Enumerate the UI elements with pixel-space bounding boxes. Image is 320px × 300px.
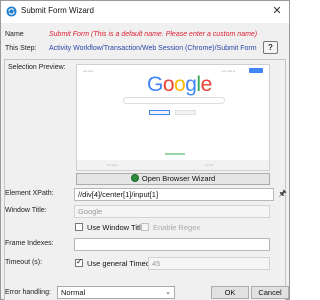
chevron-down-icon: ⌄ — [165, 289, 171, 296]
close-icon[interactable]: ✕ — [270, 4, 284, 18]
error-handling-select[interactable]: Normal ⌄ — [57, 286, 175, 299]
wizard-app-icon — [6, 6, 17, 17]
use-general-timeout-label: Use general Timeout — [87, 259, 157, 268]
help-button[interactable]: ? — [263, 41, 278, 54]
open-browser-wizard-label: Open Browser Wizard — [141, 174, 216, 183]
timeout-label: Timeout (s): — [5, 259, 43, 266]
preview-search-button — [149, 110, 170, 115]
browser-globe-icon — [130, 174, 139, 182]
submit-form-wizard-dialog: Submit Form Wizard ✕ Name Submit Form (T… — [0, 0, 290, 300]
use-window-title-label: Use Window Title — [87, 223, 145, 232]
timeout-input[interactable]: 45 — [148, 257, 270, 270]
preview-top-links: ▪▪▪▪ ▪▪▪▪▪ — [83, 69, 94, 73]
xpath-input[interactable]: //div[4]/center[1]/input[1] — [74, 188, 274, 201]
ok-button[interactable]: OK — [211, 286, 249, 299]
this-step-link[interactable]: Activity Workflow/Transaction/Web Sessio… — [49, 45, 257, 52]
google-logo: Google — [147, 73, 212, 96]
name-label: Name — [5, 31, 24, 38]
preview-lucky-button — [175, 110, 196, 115]
use-general-timeout-checkbox[interactable] — [75, 257, 83, 267]
frame-indexes-label: Frame Indexes: — [5, 240, 54, 247]
enable-regex-checkbox[interactable] — [141, 223, 149, 231]
enable-regex-label: Enable Regex — [153, 223, 201, 232]
window-title-label: Window Title: — [5, 207, 47, 214]
name-value[interactable]: Submit Form (This is a default name. Ple… — [49, 31, 257, 38]
title-bar: Submit Form Wizard ✕ — [1, 1, 289, 23]
this-step-label: This Step: — [5, 45, 37, 52]
error-handling-value: Normal — [61, 288, 86, 297]
cancel-button[interactable]: Cancel — [251, 286, 289, 299]
error-handling-label: Error handling: — [5, 289, 51, 296]
preview-top-right-links: ▪▪▪▪ ▪▪▪▪▪ ▪▪ — [221, 69, 235, 73]
open-browser-wizard-button[interactable]: Open Browser Wizard — [76, 173, 270, 185]
selection-preview-label: Selection Preview: — [8, 64, 66, 71]
window-title: Submit Form Wizard — [21, 6, 94, 15]
preview-footer: ▪▪▪▪ ▪▪▪▪▪ ▪▪▪▪ ▪▪▪ — [77, 160, 269, 170]
xpath-label: Element XPath: — [5, 190, 54, 197]
preview-sign-in-button — [249, 68, 263, 73]
use-window-title-checkbox[interactable] — [75, 223, 83, 231]
window-title-input[interactable]: Google — [74, 205, 270, 218]
preview-promo-line — [165, 153, 185, 155]
preview-search-box — [123, 97, 225, 104]
pin-icon[interactable]: 🖈 — [278, 188, 287, 199]
frame-indexes-input[interactable] — [74, 238, 270, 251]
selection-preview-image: ▪▪▪▪ ▪▪▪▪▪ ▪▪▪▪ ▪▪▪▪▪ ▪▪ Google ▪▪▪▪ ▪▪▪… — [76, 64, 270, 171]
